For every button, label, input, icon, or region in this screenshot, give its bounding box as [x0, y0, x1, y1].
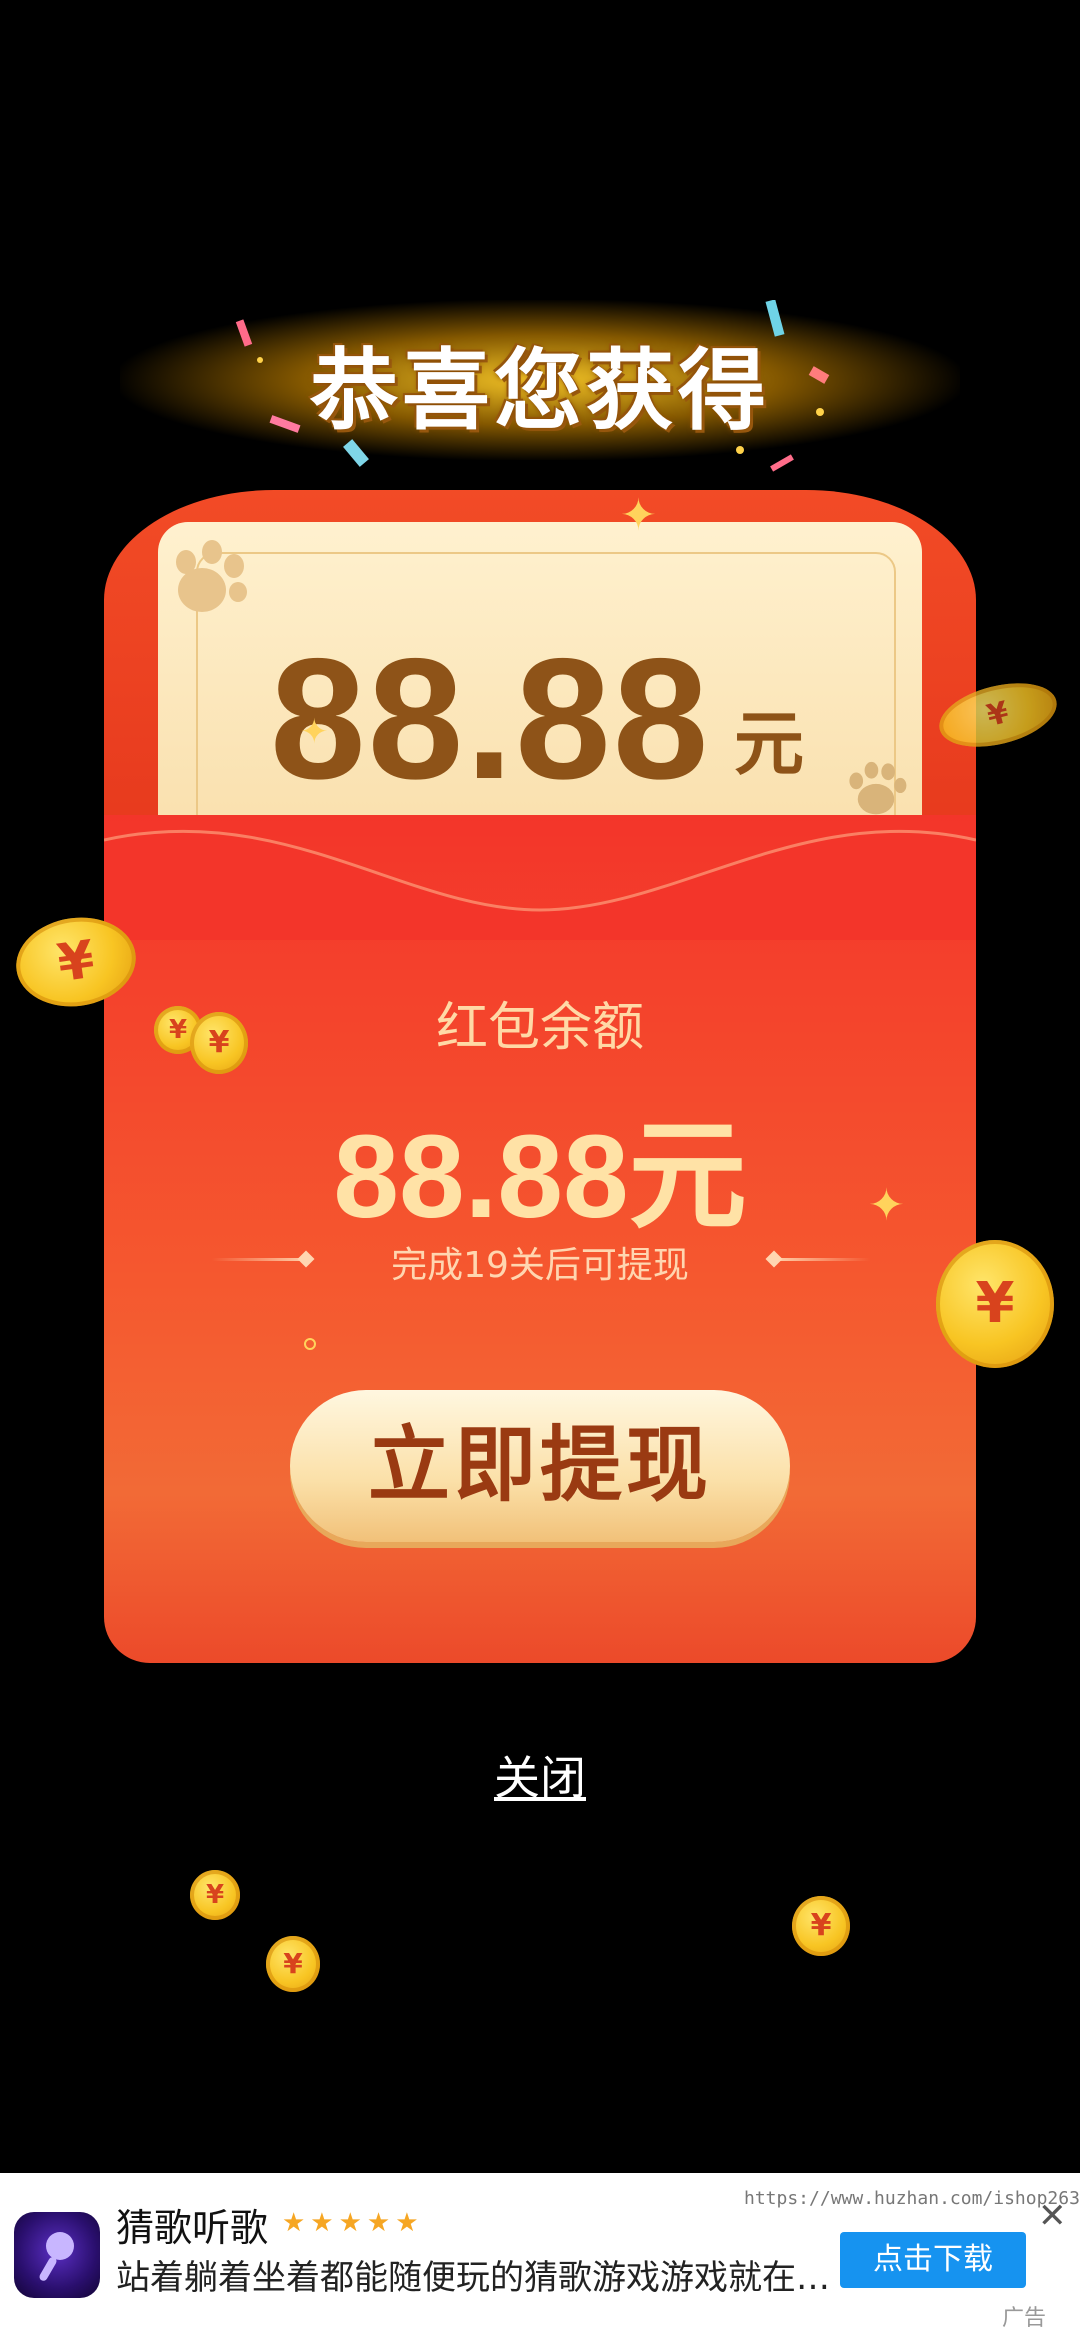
- ad-label: 广告: [1002, 2306, 1047, 2331]
- sparkle-dot: [304, 1338, 316, 1350]
- app-icon[interactable]: [14, 2212, 100, 2298]
- sparkle-icon: ✦: [300, 712, 329, 752]
- hint-divider-right: [770, 1258, 870, 1261]
- ad-close-icon[interactable]: ✕: [1038, 2196, 1067, 2236]
- coin-icon: ¥: [792, 1896, 850, 1956]
- coin-icon: ¥: [190, 1870, 240, 1920]
- rating-stars: ★★★★★: [282, 2208, 424, 2238]
- close-link[interactable]: 关闭: [0, 1742, 1080, 1808]
- coin-icon: ¥: [936, 1240, 1054, 1368]
- download-button[interactable]: 点击下载: [840, 2232, 1026, 2288]
- coin-icon: ¥: [190, 1012, 248, 1074]
- coin-icon: ¥: [266, 1936, 320, 1992]
- watermark-url: https://www.huzhan.com/ishop26328: [744, 2188, 1080, 2209]
- prize-unit: 元: [734, 703, 804, 785]
- prize-amount: 88.88: [270, 623, 711, 815]
- withdraw-button[interactable]: 立即提现: [290, 1390, 790, 1542]
- sparkle-icon: ✦: [620, 490, 657, 541]
- withdraw-hint: 完成19关后可提现: [391, 1245, 689, 1286]
- envelope-flap-curve: [104, 829, 976, 940]
- confetti-decoration: [235, 300, 830, 472]
- ad-description: 站着躺着坐着都能随便玩的猜歌游戏游戏就在这...: [116, 2258, 836, 2298]
- microphone-icon: [39, 2232, 74, 2281]
- sparkle-icon: ✦: [868, 1180, 905, 1231]
- balance-amount: 88.88元: [333, 1111, 747, 1243]
- paw-print-icon: [176, 540, 247, 612]
- ad-app-name: 猜歌听歌: [116, 2206, 269, 2250]
